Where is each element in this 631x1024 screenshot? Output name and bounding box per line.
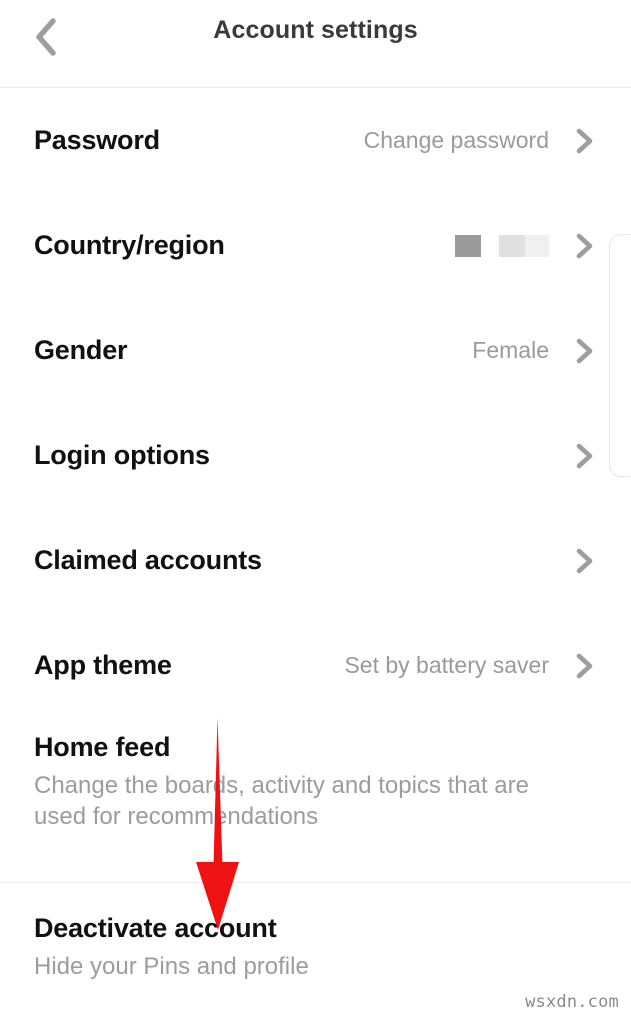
chevron-right-icon[interactable]: [571, 338, 597, 364]
chevron-right-icon[interactable]: [571, 443, 597, 469]
page-title: Account settings: [213, 16, 418, 44]
settings-row-password[interactable]: Password Change password: [0, 88, 631, 193]
row-label: Country/region: [34, 230, 225, 260]
redacted-value: [455, 234, 549, 257]
settings-row-claimed-accounts[interactable]: Claimed accounts: [0, 508, 631, 613]
watermark: wsxdn.com: [525, 992, 619, 1012]
account-settings-screen: Account settings Password Change passwor…: [0, 0, 631, 1024]
chevron-right-icon[interactable]: [571, 548, 597, 574]
redaction-gap: [481, 234, 499, 257]
row-value: Change password: [363, 127, 549, 153]
settings-row-app-theme[interactable]: App theme Set by battery saver: [0, 613, 631, 718]
row-trailing: Set by battery saver: [344, 652, 597, 679]
settings-row-country-region[interactable]: Country/region: [0, 193, 631, 298]
row-value: Female: [472, 337, 549, 363]
settings-list: Password Change password Country/region: [0, 88, 631, 1005]
row-label: App theme: [34, 650, 172, 680]
row-trailing: Change password: [364, 127, 597, 154]
settings-row-home-feed[interactable]: Home feed Change the boards, activity an…: [0, 718, 631, 854]
row-subtitle: Hide your Pins and profile: [34, 953, 309, 981]
app-header: Account settings: [0, 0, 631, 88]
chevron-right-icon[interactable]: [571, 233, 597, 259]
redaction-block: [525, 234, 549, 257]
row-label: Claimed accounts: [34, 545, 262, 575]
settings-row-deactivate-account[interactable]: Deactivate account Hide your Pins and pr…: [0, 883, 631, 1005]
row-subtitle: Change the boards, activity and topics t…: [34, 772, 529, 830]
redaction-block: [455, 234, 481, 257]
row-trailing: [549, 548, 597, 574]
settings-row-login-options[interactable]: Login options: [0, 403, 631, 508]
row-trailing: Female: [472, 337, 597, 364]
vertical-scrollbar-thumb[interactable]: [609, 234, 631, 477]
chevron-right-icon[interactable]: [571, 653, 597, 679]
redaction-block: [499, 234, 525, 257]
chevron-right-icon[interactable]: [571, 128, 597, 154]
row-label: Gender: [34, 335, 128, 365]
row-label: Password: [34, 125, 160, 155]
row-label: Home feed: [34, 732, 171, 762]
settings-row-gender[interactable]: Gender Female: [0, 298, 631, 403]
row-trailing: [455, 233, 597, 259]
row-trailing: [549, 443, 597, 469]
row-label: Login options: [34, 440, 210, 470]
row-label: Deactivate account: [34, 913, 277, 944]
row-value: Set by battery saver: [344, 652, 549, 678]
